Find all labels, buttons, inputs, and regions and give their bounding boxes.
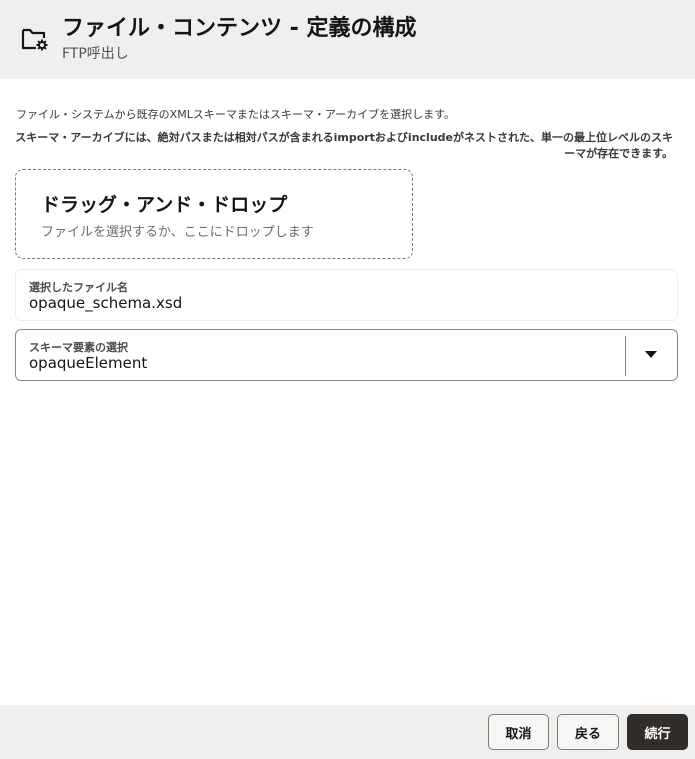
description-line2: スキーマ・アーカイブには、絶対パスまたは相対パスが含まれるimportおよびin… (15, 131, 673, 160)
selected-file-label: 選択したファイル名 (29, 281, 128, 294)
dialog-title: ファイル・コンテンツ - 定義の構成 (62, 16, 417, 41)
schema-element-label: スキーマ要素の選択 (29, 341, 128, 354)
continue-button[interactable]: 続行 (627, 714, 688, 750)
cancel-button[interactable]: 取消 (488, 714, 549, 750)
dialog-header: ファイル・コンテンツ - 定義の構成 FTP呼出し (0, 0, 695, 79)
selected-file-value: opaque_schema.xsd (29, 294, 183, 312)
selected-file-field: 選択したファイル名 opaque_schema.xsd (15, 269, 678, 321)
dropzone-title: ドラッグ・アンド・ドロップ (41, 194, 288, 216)
schema-element-value: opaqueElement (29, 354, 148, 372)
dialog-subtitle: FTP呼出し (62, 46, 129, 62)
description-line1: ファイル・システムから既存のXMLスキーマまたはスキーマ・アーカイブを選択します… (16, 108, 456, 121)
file-dropzone[interactable]: ドラッグ・アンド・ドロップ ファイルを選択するか、ここにドロップします (15, 169, 413, 259)
select-divider (625, 336, 626, 376)
dialog: ファイル・コンテンツ - 定義の構成 FTP呼出し ファイル・システムから既存の… (0, 0, 695, 759)
dropzone-hint: ファイルを選択するか、ここにドロップします (41, 225, 314, 240)
folder-gear-icon (20, 23, 50, 53)
chevron-down-icon[interactable] (645, 351, 657, 358)
schema-element-select[interactable]: スキーマ要素の選択 opaqueElement (15, 329, 678, 381)
back-button[interactable]: 戻る (557, 714, 619, 750)
